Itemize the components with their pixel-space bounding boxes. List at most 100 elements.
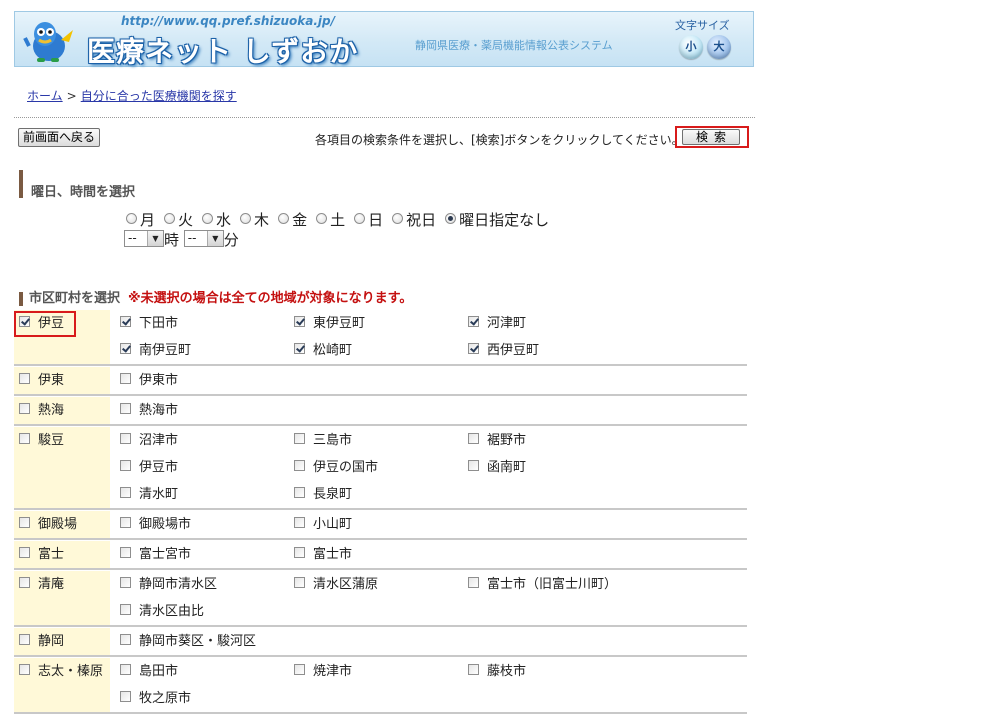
day-option[interactable]: 木 xyxy=(240,209,269,230)
municipality-checkbox[interactable]: 伊豆市 xyxy=(120,454,294,481)
municipality-checkbox[interactable]: 清水町 xyxy=(120,481,294,508)
day-option[interactable]: 曜日指定なし xyxy=(445,209,549,230)
municipality-checkbox[interactable]: 静岡市清水区 xyxy=(120,571,294,598)
day-option[interactable]: 水 xyxy=(202,209,231,230)
radio-button[interactable] xyxy=(202,213,214,224)
checkbox[interactable] xyxy=(19,517,30,528)
checkbox[interactable] xyxy=(468,433,479,444)
font-small-button[interactable]: 小 xyxy=(679,35,703,59)
radio-button[interactable] xyxy=(126,213,137,224)
municipality-checkbox[interactable]: 焼津市 xyxy=(294,658,468,685)
day-option[interactable]: 金 xyxy=(278,209,307,230)
checkbox[interactable] xyxy=(294,433,305,444)
municipality-checkbox[interactable]: 沼津市 xyxy=(120,427,294,454)
checkbox[interactable] xyxy=(468,460,479,471)
font-large-button[interactable]: 大 xyxy=(707,35,731,59)
search-button[interactable]: 検索 xyxy=(682,129,740,145)
checkbox[interactable] xyxy=(120,517,131,528)
region-checkbox-1[interactable]: 伊東 xyxy=(14,369,74,393)
municipality-checkbox[interactable]: 島田市 xyxy=(120,658,294,685)
checkbox[interactable] xyxy=(19,316,30,327)
checkbox[interactable] xyxy=(120,373,131,384)
municipality-checkbox[interactable]: 西伊豆町 xyxy=(468,337,642,364)
radio-button[interactable] xyxy=(316,213,328,224)
municipality-checkbox[interactable]: 清水区蒲原 xyxy=(294,571,468,598)
municipality-checkbox[interactable]: 東伊豆町 xyxy=(294,310,468,337)
checkbox[interactable] xyxy=(294,316,305,327)
minute-select[interactable]: -- ▼ xyxy=(183,230,224,247)
municipality-checkbox[interactable]: 河津町 xyxy=(468,310,642,337)
municipality-checkbox[interactable]: 長泉町 xyxy=(294,481,468,508)
checkbox[interactable] xyxy=(468,343,479,354)
checkbox[interactable] xyxy=(120,604,131,615)
checkbox[interactable] xyxy=(120,577,131,588)
region-checkbox-2[interactable]: 熱海 xyxy=(14,399,74,423)
checkbox[interactable] xyxy=(120,433,131,444)
checkbox[interactable] xyxy=(19,577,30,588)
day-option[interactable]: 土 xyxy=(316,209,345,230)
municipality-checkbox[interactable]: 富士市（旧富士川町） xyxy=(468,571,642,598)
breadcrumb-current-link[interactable]: 自分に合った医療機関を探す xyxy=(81,89,237,103)
radio-button[interactable] xyxy=(445,213,457,224)
checkbox[interactable] xyxy=(468,577,479,588)
checkbox[interactable] xyxy=(120,664,131,675)
checkbox[interactable] xyxy=(19,547,30,558)
municipality-checkbox[interactable]: 小山町 xyxy=(294,511,468,538)
day-option[interactable]: 火 xyxy=(164,209,193,230)
checkbox[interactable] xyxy=(294,343,305,354)
municipality-checkbox[interactable]: 牧之原市 xyxy=(120,685,294,712)
checkbox[interactable] xyxy=(120,691,131,702)
checkbox[interactable] xyxy=(120,547,131,558)
breadcrumb-home-link[interactable]: ホーム xyxy=(27,89,63,103)
checkbox[interactable] xyxy=(120,403,131,414)
municipality-checkbox[interactable]: 熱海市 xyxy=(120,397,294,424)
checkbox[interactable] xyxy=(294,460,305,471)
municipality-checkbox[interactable]: 伊豆の国市 xyxy=(294,454,468,481)
checkbox[interactable] xyxy=(19,634,30,645)
checkbox[interactable] xyxy=(468,316,479,327)
back-button[interactable]: 前画面へ戻る xyxy=(18,128,101,147)
checkbox[interactable] xyxy=(120,343,131,354)
radio-button[interactable] xyxy=(240,213,252,224)
municipality-checkbox[interactable]: 伊東市 xyxy=(120,367,294,394)
day-option[interactable]: 日 xyxy=(354,209,383,230)
day-option[interactable]: 月 xyxy=(126,209,155,230)
checkbox[interactable] xyxy=(19,433,30,444)
municipality-checkbox[interactable]: 御殿場市 xyxy=(120,511,294,538)
region-checkbox-8[interactable]: 志太・榛原 xyxy=(14,660,113,684)
municipality-checkbox[interactable]: 藤枝市 xyxy=(468,658,642,685)
radio-button[interactable] xyxy=(278,213,290,224)
municipality-checkbox[interactable]: 函南町 xyxy=(468,454,642,481)
radio-button[interactable] xyxy=(392,213,404,224)
checkbox[interactable] xyxy=(294,517,305,528)
region-checkbox-7[interactable]: 静岡 xyxy=(14,630,74,654)
checkbox[interactable] xyxy=(294,487,305,498)
municipality-checkbox[interactable]: 三島市 xyxy=(294,427,468,454)
radio-button[interactable] xyxy=(164,213,176,224)
municipality-checkbox[interactable]: 裾野市 xyxy=(468,427,642,454)
checkbox[interactable] xyxy=(120,316,131,327)
checkbox[interactable] xyxy=(294,547,305,558)
municipality-checkbox[interactable]: 南伊豆町 xyxy=(120,337,294,364)
region-checkbox-3[interactable]: 駿豆 xyxy=(14,429,74,453)
day-option[interactable]: 祝日 xyxy=(392,209,436,230)
region-checkbox-4[interactable]: 御殿場 xyxy=(14,513,87,537)
checkbox[interactable] xyxy=(19,373,30,384)
municipality-checkbox[interactable]: 下田市 xyxy=(120,310,294,337)
hour-select[interactable]: -- ▼ xyxy=(124,230,164,247)
municipality-checkbox[interactable]: 静岡市葵区・駿河区 xyxy=(120,628,294,655)
checkbox[interactable] xyxy=(468,664,479,675)
municipality-checkbox[interactable]: 富士市 xyxy=(294,541,468,568)
municipality-checkbox[interactable]: 富士宮市 xyxy=(120,541,294,568)
checkbox[interactable] xyxy=(294,664,305,675)
checkbox[interactable] xyxy=(120,460,131,471)
checkbox[interactable] xyxy=(120,634,131,645)
region-checkbox-6[interactable]: 清庵 xyxy=(14,573,74,597)
checkbox[interactable] xyxy=(19,403,30,414)
checkbox[interactable] xyxy=(294,577,305,588)
municipality-checkbox[interactable]: 清水区由比 xyxy=(120,598,294,625)
region-checkbox-5[interactable]: 富士 xyxy=(14,543,74,567)
region-checkbox-0[interactable]: 伊豆 xyxy=(14,311,77,337)
radio-button[interactable] xyxy=(354,213,366,224)
checkbox[interactable] xyxy=(120,487,131,498)
